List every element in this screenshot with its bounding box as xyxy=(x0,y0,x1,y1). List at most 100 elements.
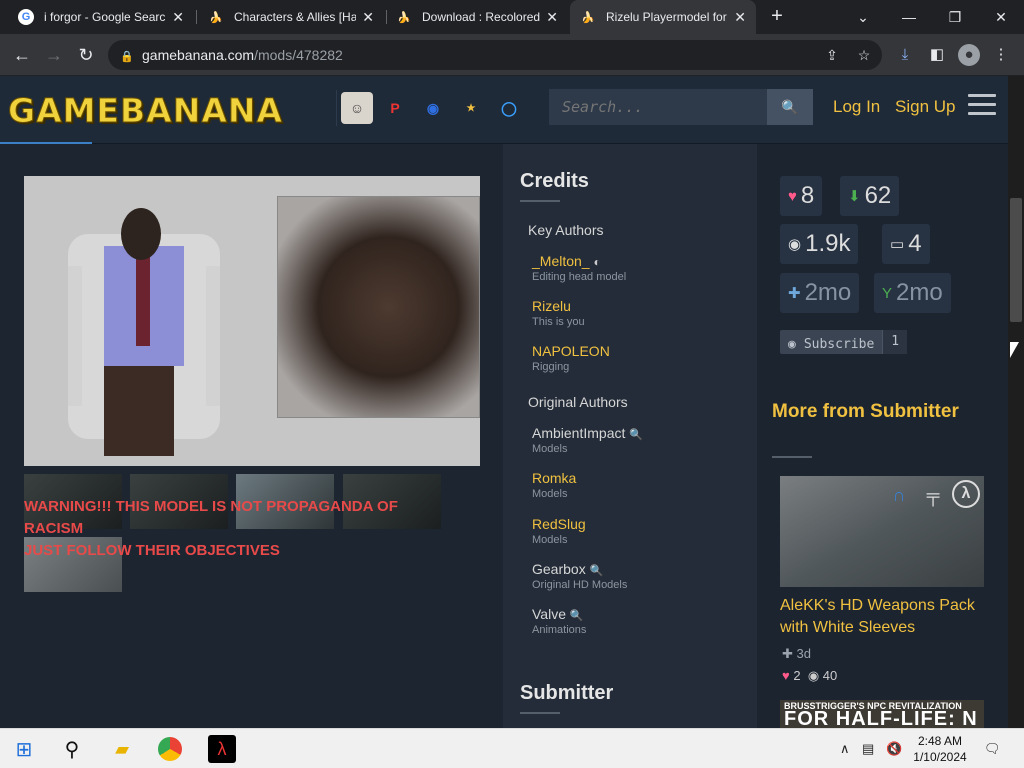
site-header: GAMEBANANA ☺ P ◉ ★ ◯ 🔍 Log In Sign Up xyxy=(0,76,1008,144)
share-icon[interactable]: ⇪ xyxy=(822,45,842,65)
credit-napoleon[interactable]: NAPOLEON Rigging xyxy=(532,343,610,373)
added-stat: ✚ 2mo xyxy=(780,273,860,313)
restore-button[interactable]: ❐ xyxy=(932,0,978,34)
taskbar-clock[interactable]: 2:48 AM 1/10/2024 xyxy=(904,733,976,765)
credit-name: Rizelu xyxy=(532,298,571,314)
likes-count: 8 xyxy=(800,182,815,209)
pvz-game-icon[interactable]: P xyxy=(379,92,411,124)
credit-role: Animations xyxy=(532,624,587,636)
credit-role: Models xyxy=(532,443,568,455)
notifications-icon[interactable]: 🗨 xyxy=(984,741,1001,757)
profile-avatar-icon[interactable]: ● xyxy=(958,44,980,66)
tab-google-search[interactable]: G i forgor - Google Search ✕ xyxy=(8,0,194,34)
portal-game-icon[interactable]: ◯ xyxy=(493,92,525,124)
half-life-app-icon[interactable]: λ xyxy=(208,735,236,763)
views-count: 1.9k xyxy=(805,230,851,257)
tab-download-recolored[interactable]: 🍌 Download : Recolored ✕ xyxy=(386,0,568,34)
more-item-thumbnail[interactable]: ∩ ╤ λ xyxy=(780,476,984,587)
file-explorer-icon[interactable]: ▰ xyxy=(108,735,136,763)
more-item-likes: 2 xyxy=(793,668,801,683)
chrome-icon[interactable] xyxy=(158,737,182,761)
gamebanana-logo[interactable]: GAMEBANANA xyxy=(7,91,283,131)
url-path: /mods/478282 xyxy=(254,47,343,63)
forward-button[interactable]: → xyxy=(42,43,66,67)
plus-icon: ✚ xyxy=(782,646,793,661)
tab-title: Rizelu Playermodel for xyxy=(606,10,727,24)
tab-title: Characters & Allies [Half-Life] xyxy=(234,10,357,24)
more-item-title[interactable]: AleKK's HD Weapons Pack with White Sleev… xyxy=(780,595,990,639)
menu-kebab-icon[interactable]: ⋮ xyxy=(990,44,1012,66)
scrollbar-thumb[interactable] xyxy=(1010,198,1022,322)
close-icon[interactable]: ✕ xyxy=(546,9,558,26)
volume-muted-icon[interactable]: 🔇 xyxy=(886,741,902,757)
credit-redslug[interactable]: RedSlug Models xyxy=(532,516,586,546)
posts-stat[interactable]: ▭ 4 xyxy=(882,224,930,264)
url-host: gamebanana.com xyxy=(142,47,255,63)
heart-icon: ♥ xyxy=(788,187,797,205)
more-item-age-value: 3d xyxy=(796,646,811,661)
credit-name: Romka xyxy=(532,470,577,486)
heading-underline xyxy=(772,456,812,458)
url-text: gamebanana.com/mods/478282 xyxy=(142,47,343,63)
credit-ambientimpact[interactable]: AmbientImpact 🔍 Models xyxy=(532,425,643,455)
credit-gearbox[interactable]: Gearbox 🔍 Original HD Models xyxy=(532,561,627,591)
address-bar[interactable]: 🔒 gamebanana.com/mods/478282 ⇪ ☆ xyxy=(108,40,882,70)
sonic-game-icon[interactable]: ◉ xyxy=(417,92,449,124)
search-icon[interactable]: 🔍 xyxy=(570,610,584,622)
close-icon[interactable]: ✕ xyxy=(734,9,746,26)
close-window-button[interactable]: ✕ xyxy=(978,0,1024,34)
banana-icon: 🍌 xyxy=(581,11,595,24)
download-icon[interactable]: ⤓ xyxy=(894,44,916,66)
more-item-views: 40 xyxy=(822,668,838,683)
login-link[interactable]: Log In xyxy=(833,97,880,117)
back-button[interactable]: ← xyxy=(10,43,34,67)
likes-stat[interactable]: ♥ 8 xyxy=(780,176,823,216)
warning-text: WARNING!!! THIS MODEL IS NOT PROPAGANDA … xyxy=(24,496,444,562)
tab-characters-allies[interactable]: 🍌 Characters & Allies [Half-Life] ✕ xyxy=(198,0,384,34)
site-search-input[interactable] xyxy=(549,89,767,125)
credit-melton[interactable]: _Melton_ ◐ Editing head model xyxy=(532,253,626,283)
anime-game-icon[interactable]: ☺ xyxy=(341,92,373,124)
minimize-button[interactable]: — xyxy=(886,0,932,34)
mouse-cursor xyxy=(1010,342,1019,358)
clock-date: 1/10/2024 xyxy=(913,750,967,764)
tab-search-button[interactable]: ⌄ xyxy=(840,0,886,34)
more-item-2-thumbnail[interactable]: BRUSSTRIGGER'S NPC REVITALIZATION FOR HA… xyxy=(780,700,984,728)
subscribe-button[interactable]: ◉ Subscribe 1 xyxy=(780,330,908,354)
main-screenshot[interactable] xyxy=(24,176,480,466)
new-tab-button[interactable]: + xyxy=(766,6,788,28)
network-icon[interactable]: ▤ xyxy=(862,741,874,757)
credit-name: Gearbox xyxy=(532,561,586,577)
plus-icon: ✚ xyxy=(788,285,801,302)
reload-button[interactable]: ↻ xyxy=(74,43,98,67)
credit-name: RedSlug xyxy=(532,516,586,532)
search-icon[interactable]: ⚲ xyxy=(58,735,86,763)
close-icon[interactable]: ✕ xyxy=(362,9,374,26)
close-icon[interactable]: ✕ xyxy=(172,9,184,26)
credits-heading: Credits xyxy=(520,170,589,192)
side-panel-icon[interactable]: ◧ xyxy=(926,44,948,66)
banana-icon: 🍌 xyxy=(209,11,223,24)
signup-link[interactable]: Sign Up xyxy=(895,97,955,117)
credit-valve[interactable]: Valve 🔍 Animations xyxy=(532,606,586,636)
windows-start-icon[interactable]: ⊞ xyxy=(10,735,38,763)
credit-name: NAPOLEON xyxy=(532,343,610,359)
tab-rizelu-playermodel[interactable]: 🍌 Rizelu Playermodel for ✕ xyxy=(570,0,756,34)
mario-game-icon[interactable]: ★ xyxy=(455,92,487,124)
search-icon[interactable]: 🔍 xyxy=(590,565,604,577)
credit-romka[interactable]: Romka Models xyxy=(532,470,576,500)
windows-taskbar: ⊞ ⚲ ▰ λ ∧ ▤ 🔇 2:48 AM 1/10/2024 🗨 xyxy=(0,728,1024,768)
page-scrollbar[interactable] xyxy=(1008,76,1024,728)
credit-rizelu[interactable]: Rizelu This is you xyxy=(532,298,585,328)
subscribe-label: Subscribe xyxy=(803,336,875,352)
bookmark-star-icon[interactable]: ☆ xyxy=(854,45,874,65)
posts-count: 4 xyxy=(908,230,922,257)
eye-icon: ◉ xyxy=(788,236,802,253)
search-icon[interactable]: 🔍 xyxy=(767,89,813,125)
head-reference-photo xyxy=(277,196,480,418)
hamburger-menu-icon[interactable] xyxy=(968,94,996,121)
credit-name: Valve xyxy=(532,606,566,622)
eye-icon: ◉ xyxy=(788,336,796,352)
search-icon[interactable]: 🔍 xyxy=(629,429,643,441)
show-hidden-icons[interactable]: ∧ xyxy=(840,741,850,757)
